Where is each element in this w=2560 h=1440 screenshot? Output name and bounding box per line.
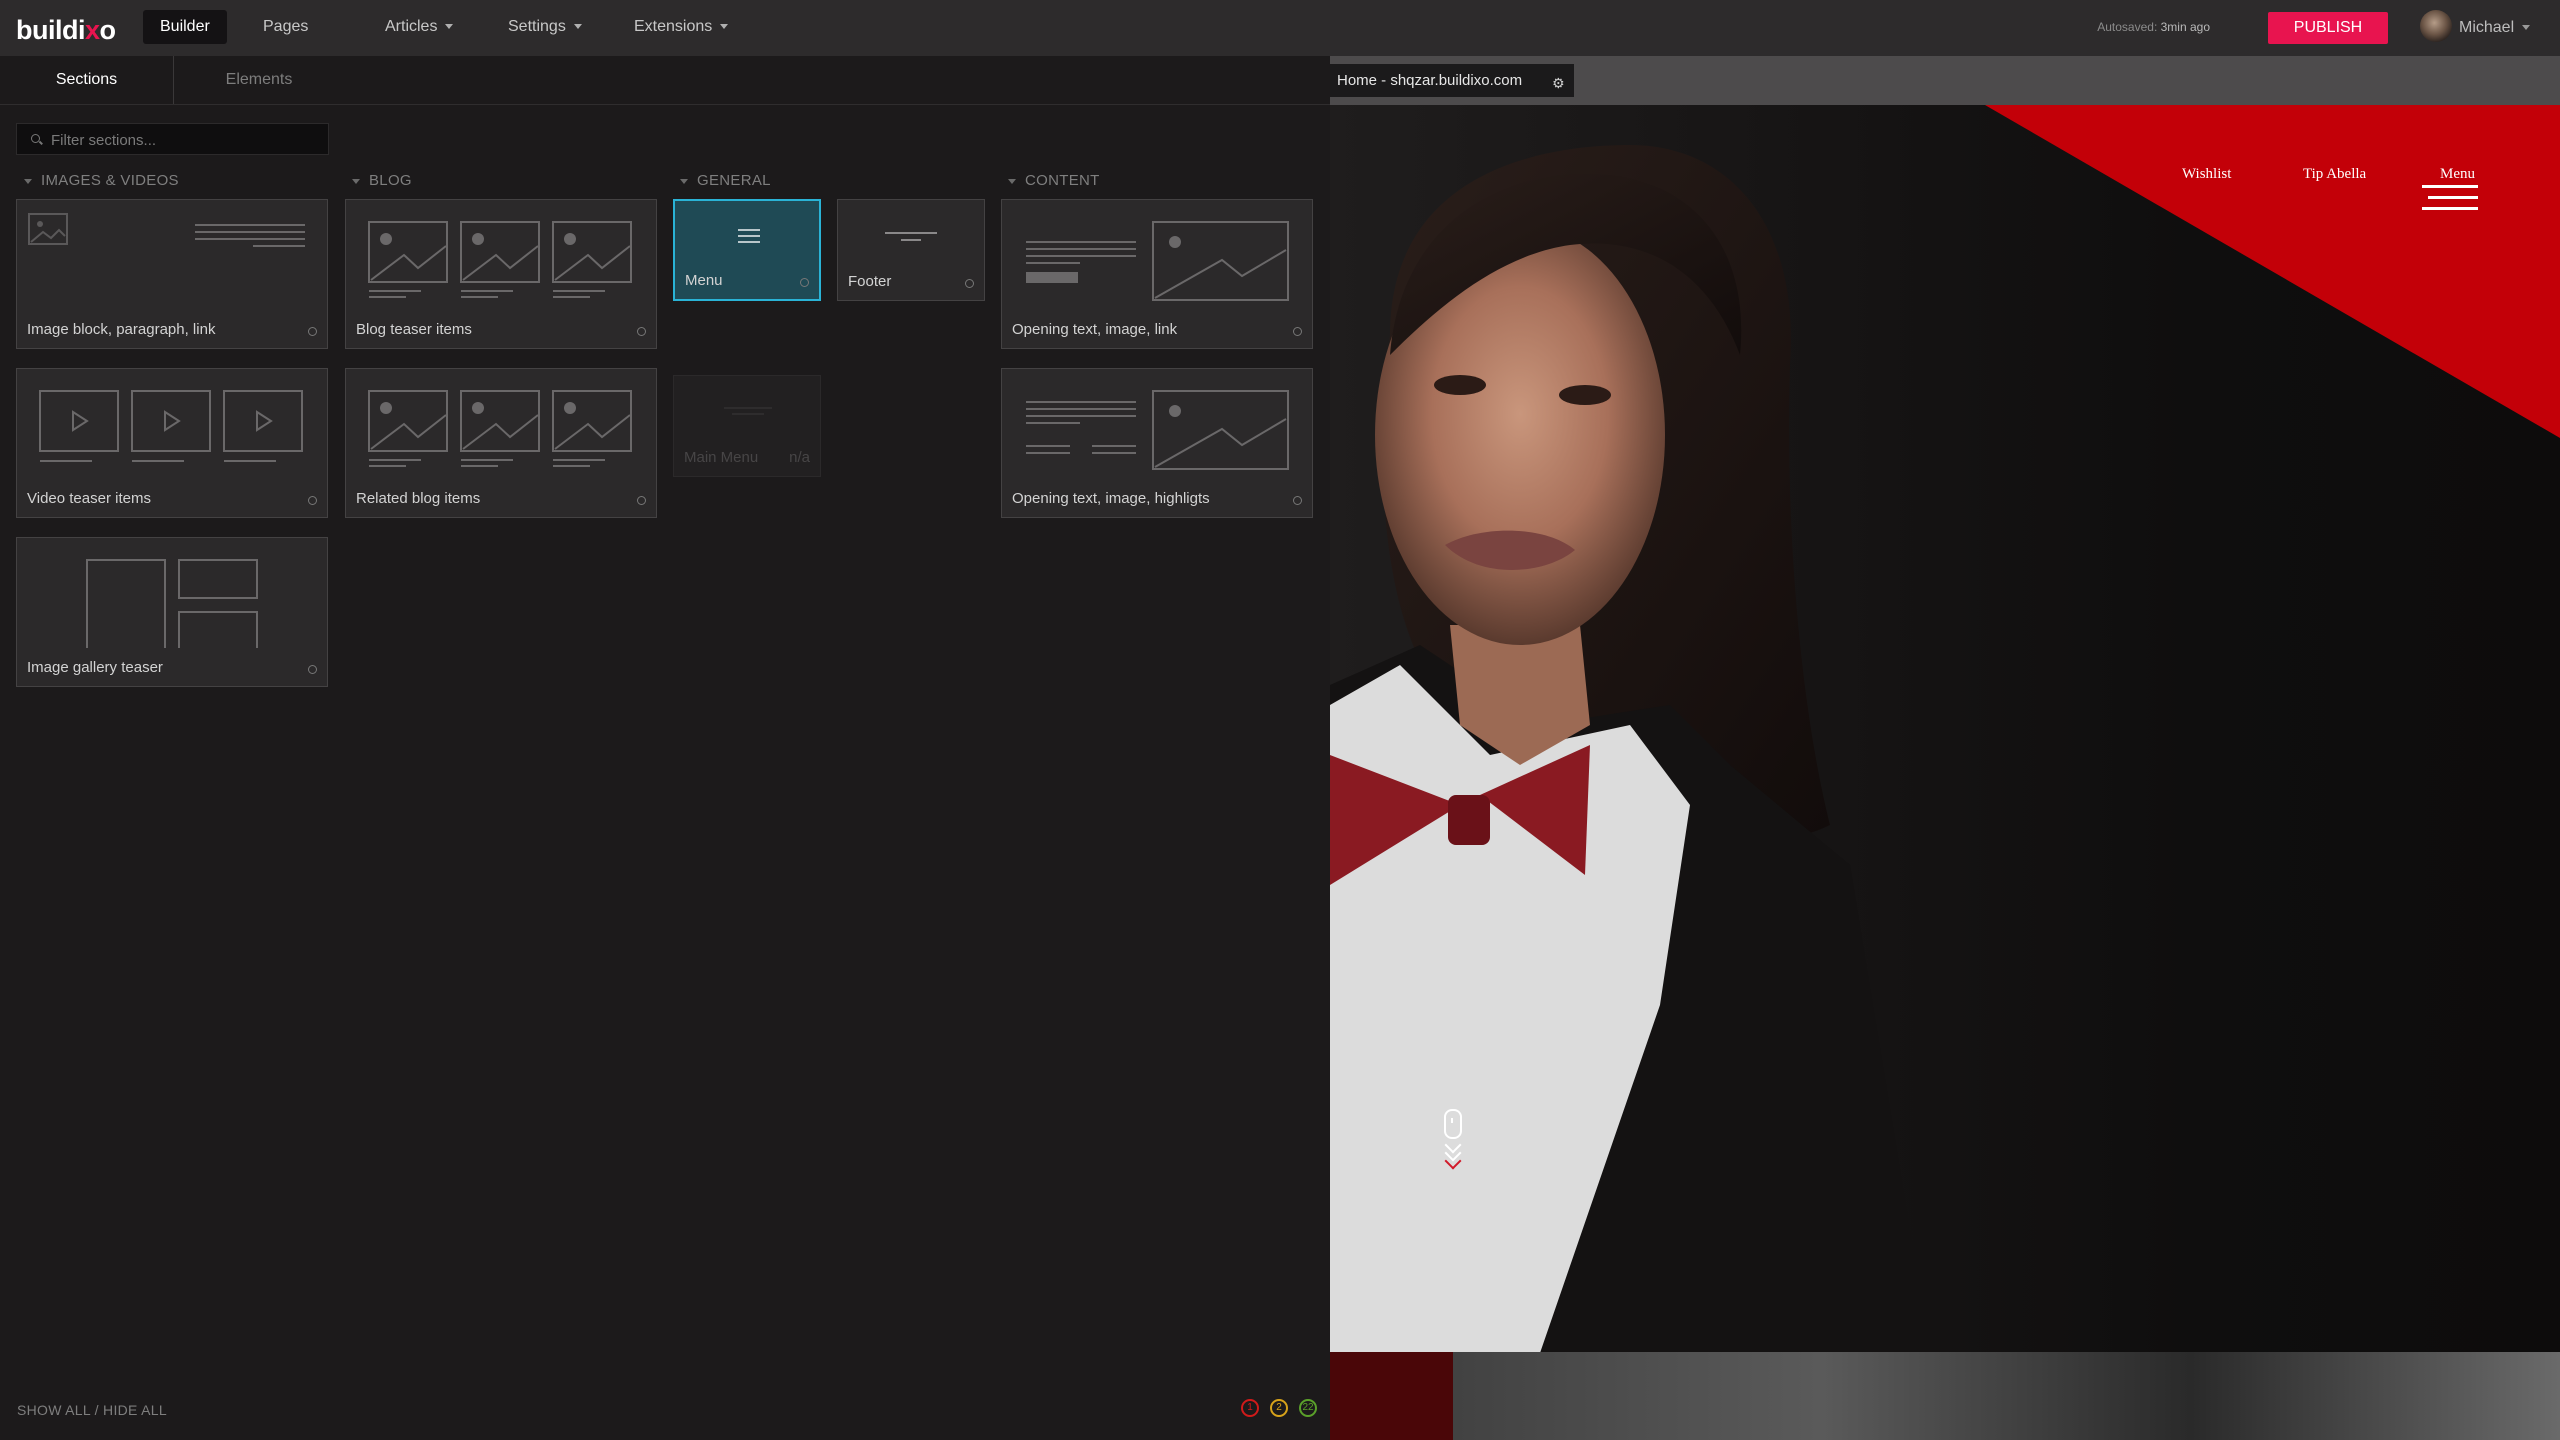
site-nav-tip-abella[interactable]: Tip Abella	[2303, 166, 2366, 183]
image-block-thumbnail-icon	[28, 213, 305, 247]
section-card-label: Menu	[685, 272, 723, 289]
info-icon[interactable]	[637, 327, 646, 336]
avatar[interactable]	[2420, 10, 2452, 42]
info-icon[interactable]	[637, 496, 646, 505]
search-icon	[31, 134, 40, 143]
nav-pages-label: Pages	[263, 18, 309, 35]
info-icon[interactable]	[308, 327, 317, 336]
top-bar: buildixo Builder Pages Articles Settings…	[0, 0, 2560, 57]
section-card-main-menu: Main Menu n/a	[673, 375, 821, 477]
category-content[interactable]: CONTENT	[1008, 172, 1100, 189]
section-card-menu[interactable]: Menu	[673, 199, 821, 301]
section-card-blog-teaser[interactable]: Blog teaser items	[345, 199, 657, 349]
site-nav-menu[interactable]: Menu	[2440, 166, 2475, 183]
category-images-videos[interactable]: IMAGES & VIDEOS	[24, 172, 179, 189]
opening-link-thumbnail-icon	[1026, 221, 1289, 301]
chevron-down-icon	[720, 24, 729, 30]
nav-extensions-label: Extensions	[634, 18, 713, 35]
section-card-label: Opening text, image, highligts	[1012, 490, 1210, 507]
nav-extensions[interactable]: Extensions	[617, 10, 745, 44]
section-card-label: Opening text, image, link	[1012, 321, 1178, 338]
show-hide-toggle: SHOW ALL / HIDE ALL	[17, 1402, 167, 1418]
section-card-label: Blog teaser items	[356, 321, 472, 338]
tab-elements[interactable]: Elements	[174, 56, 344, 104]
section-card-label: Main Menu	[684, 449, 759, 466]
nav-settings[interactable]: Settings	[491, 10, 599, 44]
scroll-mouse-icon	[1444, 1109, 1462, 1139]
chevron-down-icon	[1008, 178, 1016, 184]
category-general[interactable]: GENERAL	[680, 172, 771, 189]
section-card-related-blog[interactable]: Related blog items	[345, 368, 657, 518]
tab-sections[interactable]: Sections	[0, 56, 174, 104]
section-card-label: Image gallery teaser	[27, 659, 163, 676]
status-badge: n/a	[789, 449, 810, 466]
nav-builder[interactable]: Builder	[143, 10, 227, 44]
preview-url-bar: Home - shqzar.buildixo.com ⚙	[1330, 56, 2560, 105]
blog-teaser-thumbnail-icon	[368, 221, 632, 298]
section-card-label: Footer	[848, 273, 892, 290]
nav-settings-label: Settings	[508, 18, 566, 35]
info-icon[interactable]	[1293, 327, 1302, 336]
preview-url: Home - shqzar.buildixo.com	[1337, 72, 1523, 89]
chevron-down-icon	[680, 178, 688, 184]
related-blog-thumbnail-icon	[368, 390, 632, 467]
chevron-down-icon	[352, 178, 360, 184]
info-icon[interactable]	[800, 278, 809, 287]
category-blog[interactable]: BLOG	[352, 172, 412, 189]
next-section-accent	[1330, 1352, 1453, 1440]
section-card-opening-highlights[interactable]: Opening text, image, highligts	[1001, 368, 1313, 518]
menu-thumbnail-icon	[738, 229, 760, 243]
next-section-image	[1330, 1352, 2560, 1440]
hero-image	[1330, 105, 2560, 1353]
warning-count-badge[interactable]: 2	[1270, 1399, 1288, 1417]
info-icon[interactable]	[1293, 496, 1302, 505]
footer-thumbnail-icon	[885, 232, 937, 241]
url-chip[interactable]: Home - shqzar.buildixo.com ⚙	[1330, 64, 1574, 97]
section-card-video-teaser[interactable]: Video teaser items	[16, 368, 328, 518]
info-icon[interactable]	[308, 665, 317, 674]
hamburger-icon[interactable]	[2422, 185, 2478, 218]
nav-builder-label: Builder	[160, 18, 210, 35]
error-count-badge[interactable]: 1	[1241, 1399, 1259, 1417]
chevron-down-icon	[573, 24, 582, 30]
section-card-label: Video teaser items	[27, 490, 151, 507]
chevron-down-icon	[24, 178, 32, 184]
main-menu-thumbnail-icon	[724, 407, 772, 415]
nav-pages[interactable]: Pages	[246, 10, 325, 44]
section-card-image-block[interactable]: Image block, paragraph, link	[16, 199, 328, 349]
chevron-down-icon	[2522, 25, 2531, 31]
opening-highlights-thumbnail-icon	[1026, 390, 1289, 470]
ok-count-badge[interactable]: 22	[1299, 1399, 1317, 1417]
app-logo[interactable]: buildixo	[16, 15, 116, 46]
video-teaser-thumbnail-icon	[39, 390, 303, 462]
panel-tabs: Sections Elements	[0, 56, 1330, 105]
preview-pane: Home - shqzar.buildixo.com ⚙ Wishlist Ti…	[1330, 56, 2560, 1440]
hide-all-link[interactable]: HIDE ALL	[103, 1402, 167, 1418]
publish-button[interactable]: PUBLISH	[2268, 12, 2388, 44]
section-card-footer[interactable]: Footer	[837, 199, 985, 301]
section-card-gallery-teaser[interactable]: Image gallery teaser	[16, 537, 328, 687]
gear-icon[interactable]: ⚙	[1552, 75, 1565, 92]
nav-articles-label: Articles	[385, 18, 438, 35]
section-card-label: Related blog items	[356, 490, 481, 507]
user-name: Michael	[2459, 19, 2515, 36]
user-menu[interactable]: Michael	[2459, 19, 2531, 37]
gallery-teaser-thumbnail-icon	[86, 559, 258, 648]
filter-sections-input[interactable]	[49, 124, 323, 156]
info-icon[interactable]	[965, 279, 974, 288]
show-all-link[interactable]: SHOW ALL	[17, 1402, 90, 1418]
section-card-label: Image block, paragraph, link	[27, 321, 216, 338]
section-card-opening-link[interactable]: Opening text, image, link	[1001, 199, 1313, 349]
sections-panel: Sections Elements IMAGES & VIDEOS BLOG G…	[0, 56, 1330, 1440]
autosave-status: Autosaved: 3min ago	[2097, 20, 2210, 34]
nav-articles[interactable]: Articles	[368, 10, 470, 44]
info-icon[interactable]	[308, 496, 317, 505]
site-nav-wishlist[interactable]: Wishlist	[2182, 166, 2231, 183]
site-preview: Wishlist Tip Abella Menu	[1330, 105, 2560, 1353]
chevron-down-icon	[445, 24, 454, 30]
filter-box	[16, 123, 329, 156]
